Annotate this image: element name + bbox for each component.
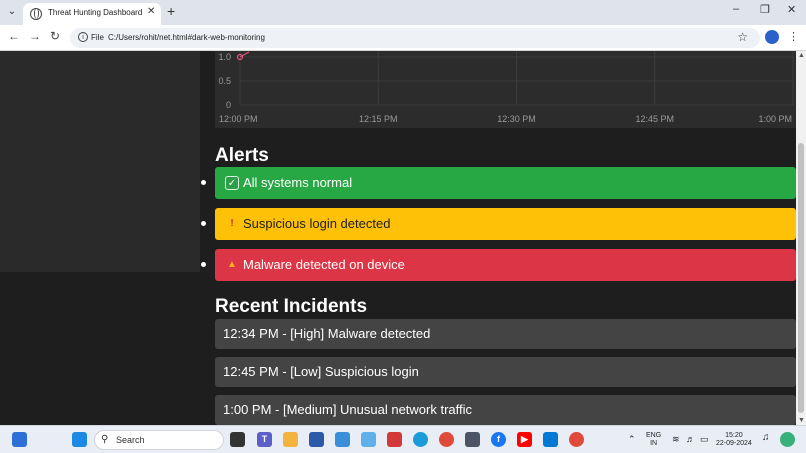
tray-chevron-icon[interactable]: ⌃ [628,435,636,444]
alert-item-malware: ▲ Malware detected on device [201,249,796,281]
language-indicator[interactable]: ENG IN [646,432,661,448]
browser-tab-bar: ⌄ Threat Hunting Dashboard ✕ + – ❐ ✕ [0,0,806,25]
alerts-title: Alerts [215,145,269,166]
clock[interactable]: 15:20 22-09-2024 [716,432,752,448]
new-tab-plus-icon[interactable]: + [167,3,175,19]
list-bullet [201,180,206,185]
scrollbar-thumb[interactable] [798,143,804,413]
incident-item: 12:34 PM - [High] Malware detected [215,319,796,349]
vscode-icon[interactable] [543,432,558,447]
search-label: Search [116,435,145,445]
minimize-icon[interactable]: – [733,3,739,15]
app-icon[interactable] [335,432,350,447]
active-tab[interactable]: Threat Hunting Dashboard ✕ [23,3,161,25]
incident-item: 1:00 PM - [Medium] Unusual network traff… [215,395,796,425]
task-view-icon[interactable] [230,432,245,447]
alert-text: Suspicious login detected [243,216,391,231]
battery-icon[interactable]: ▭ [700,435,709,444]
bookmark-star-icon[interactable]: ☆ [737,30,748,44]
forward-arrow-icon[interactable]: → [29,29,41,43]
chart-x-tick: 12:15 PM [359,114,398,124]
teams-icon[interactable]: T [257,432,272,447]
mcafee-icon[interactable] [387,432,402,447]
incident-text: 12:34 PM - [High] Malware detected [223,326,431,341]
activity-line-chart: 1.0 0.5 0 12:00 PM 12:15 PM 12:30 PM 12:45 PM 1… [215,51,796,128]
lang-line1: ENG [646,432,662,439]
incident-text: 1:00 PM - [Medium] Unusual network traff… [223,402,473,417]
lang-line2: IN [650,440,658,447]
list-bullet [201,262,206,267]
file-explorer-icon[interactable] [283,432,298,447]
alert-item-normal: ✓ All systems normal [201,167,796,199]
search-icon: ⚲ [101,434,109,445]
chart-y-tick: 0.5 [218,76,231,86]
globe-icon [30,8,42,20]
facebook-icon[interactable]: f [491,432,506,447]
store-icon[interactable] [309,432,324,447]
reload-icon[interactable]: ↻ [50,29,60,43]
alert-text: All systems normal [243,175,353,190]
chrome-icon[interactable] [439,432,454,447]
taskbar-search[interactable]: ⚲ Search [94,430,224,450]
chart-svg: 1.0 0.5 0 12:00 PM 12:15 PM 12:30 PM 12:45 PM 1… [218,51,794,124]
app-icon[interactable] [465,432,480,447]
notification-bell-icon[interactable]: ♫ [762,433,770,443]
wifi-icon[interactable]: ≋ [672,435,680,444]
scheme-chip: File [91,33,104,42]
chart-x-tick: 12:45 PM [635,114,674,124]
chart-x-tick: 1:00 PM [758,114,792,124]
address-bar[interactable]: i File C:/Users/rohit/net.html#dark-web-… [70,28,760,48]
info-icon[interactable]: i [78,32,88,42]
browser-menu-icon[interactable]: ⋮ [788,30,799,43]
recent-incidents-title: Recent Incidents [215,296,368,317]
youtube-icon[interactable]: ▶ [517,432,532,447]
back-arrow-icon[interactable]: ← [8,29,20,43]
clock-time: 15:20 [725,432,743,439]
list-bullet [201,221,206,226]
volume-icon[interactable]: ♬ [686,435,695,444]
chart-y-tick: 0 [226,100,231,110]
taskbar: ⚲ Search T f ▶ ⌃ ENG IN ≋ ♬ ▭ 15:20 22-0… [0,425,806,453]
chart-x-tick: 12:00 PM [219,114,258,124]
exclamation-icon: ! [230,218,234,229]
window-close-icon[interactable]: ✕ [787,3,796,16]
edge-icon[interactable] [413,432,428,447]
copilot-icon[interactable] [780,432,795,447]
alert-item-suspicious: ! Suspicious login detected [201,208,796,240]
chart-x-tick: 12:30 PM [497,114,536,124]
profile-avatar-icon[interactable] [765,30,779,44]
chart-y-tick: 1.0 [218,52,231,62]
browser-toolbar: ← → ↻ i File C:/Users/rohit/net.html#dar… [0,25,806,51]
sidebar [0,51,200,272]
clock-date: 22-09-2024 [716,440,752,447]
chrome-active-icon[interactable] [569,432,584,447]
alert-text: Malware detected on device [243,257,405,272]
restore-icon[interactable]: ❐ [760,3,770,16]
incident-item: 12:45 PM - [Low] Suspicious login [215,357,796,387]
scroll-down-arrow-icon[interactable]: ▼ [798,417,805,424]
page-viewport: 1.0 0.5 0 12:00 PM 12:15 PM 12:30 PM 12:45 PM 1… [0,51,796,425]
widgets-icon[interactable] [12,432,27,447]
start-windows-icon[interactable] [72,432,87,447]
incident-text: 12:45 PM - [Low] Suspicious login [223,364,419,379]
url-text[interactable]: C:/Users/rohit/net.html#dark-web-monitor… [108,33,265,42]
tab-title: Threat Hunting Dashboard [48,8,143,17]
page-scrollbar[interactable]: ▲ ▼ [796,51,806,425]
fire-icon: ▲ [227,259,237,270]
tab-search-chevron-icon[interactable]: ⌄ [4,4,20,20]
scroll-up-arrow-icon[interactable]: ▲ [798,52,805,59]
tab-close-icon[interactable]: ✕ [147,6,155,17]
app-icon[interactable] [361,432,376,447]
check-icon: ✓ [225,176,239,190]
